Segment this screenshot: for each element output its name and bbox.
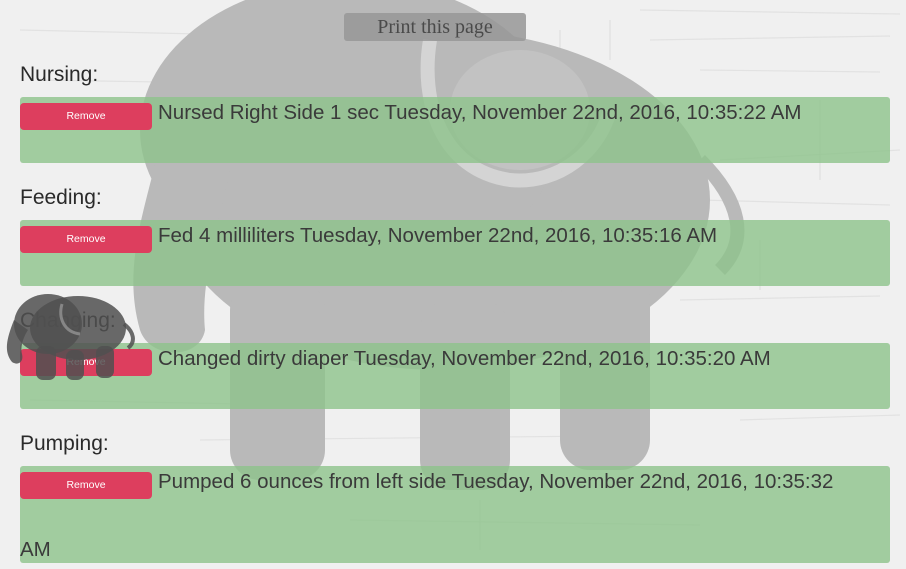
section-title-changing: Changing: — [20, 309, 116, 332]
section-title-feeding: Feeding: — [20, 186, 102, 209]
print-page-button[interactable]: Print this page — [344, 13, 526, 41]
remove-button[interactable]: Remove — [20, 226, 152, 253]
entry-row-feeding: Remove Fed 4 milliliters Tuesday, Novemb… — [20, 220, 890, 286]
remove-button[interactable]: Remove — [20, 472, 152, 499]
entry-text: Changed dirty diaper Tuesday, November 2… — [158, 347, 771, 370]
entry-row-nursing: Remove Nursed Right Side 1 sec Tuesday, … — [20, 97, 890, 163]
section-title-nursing: Nursing: — [20, 63, 99, 86]
entry-text-continued: AM — [20, 538, 51, 561]
entry-row-changing: Remove Changed dirty diaper Tuesday, Nov… — [20, 343, 890, 409]
entry-text: Fed 4 milliliters Tuesday, November 22nd… — [158, 224, 718, 247]
section-title-pumping: Pumping: — [20, 432, 109, 455]
remove-button[interactable]: Remove — [20, 103, 152, 130]
entry-text: Nursed Right Side 1 sec Tuesday, Novembe… — [158, 101, 802, 124]
entry-row-pumping: Remove Pumped 6 ounces from left side Tu… — [20, 466, 890, 563]
entry-text: Pumped 6 ounces from left side Tuesday, … — [158, 470, 834, 493]
log-page: Print this page Nursing: Remove Nursed R… — [0, 0, 906, 569]
remove-button[interactable]: Remove — [20, 349, 152, 376]
